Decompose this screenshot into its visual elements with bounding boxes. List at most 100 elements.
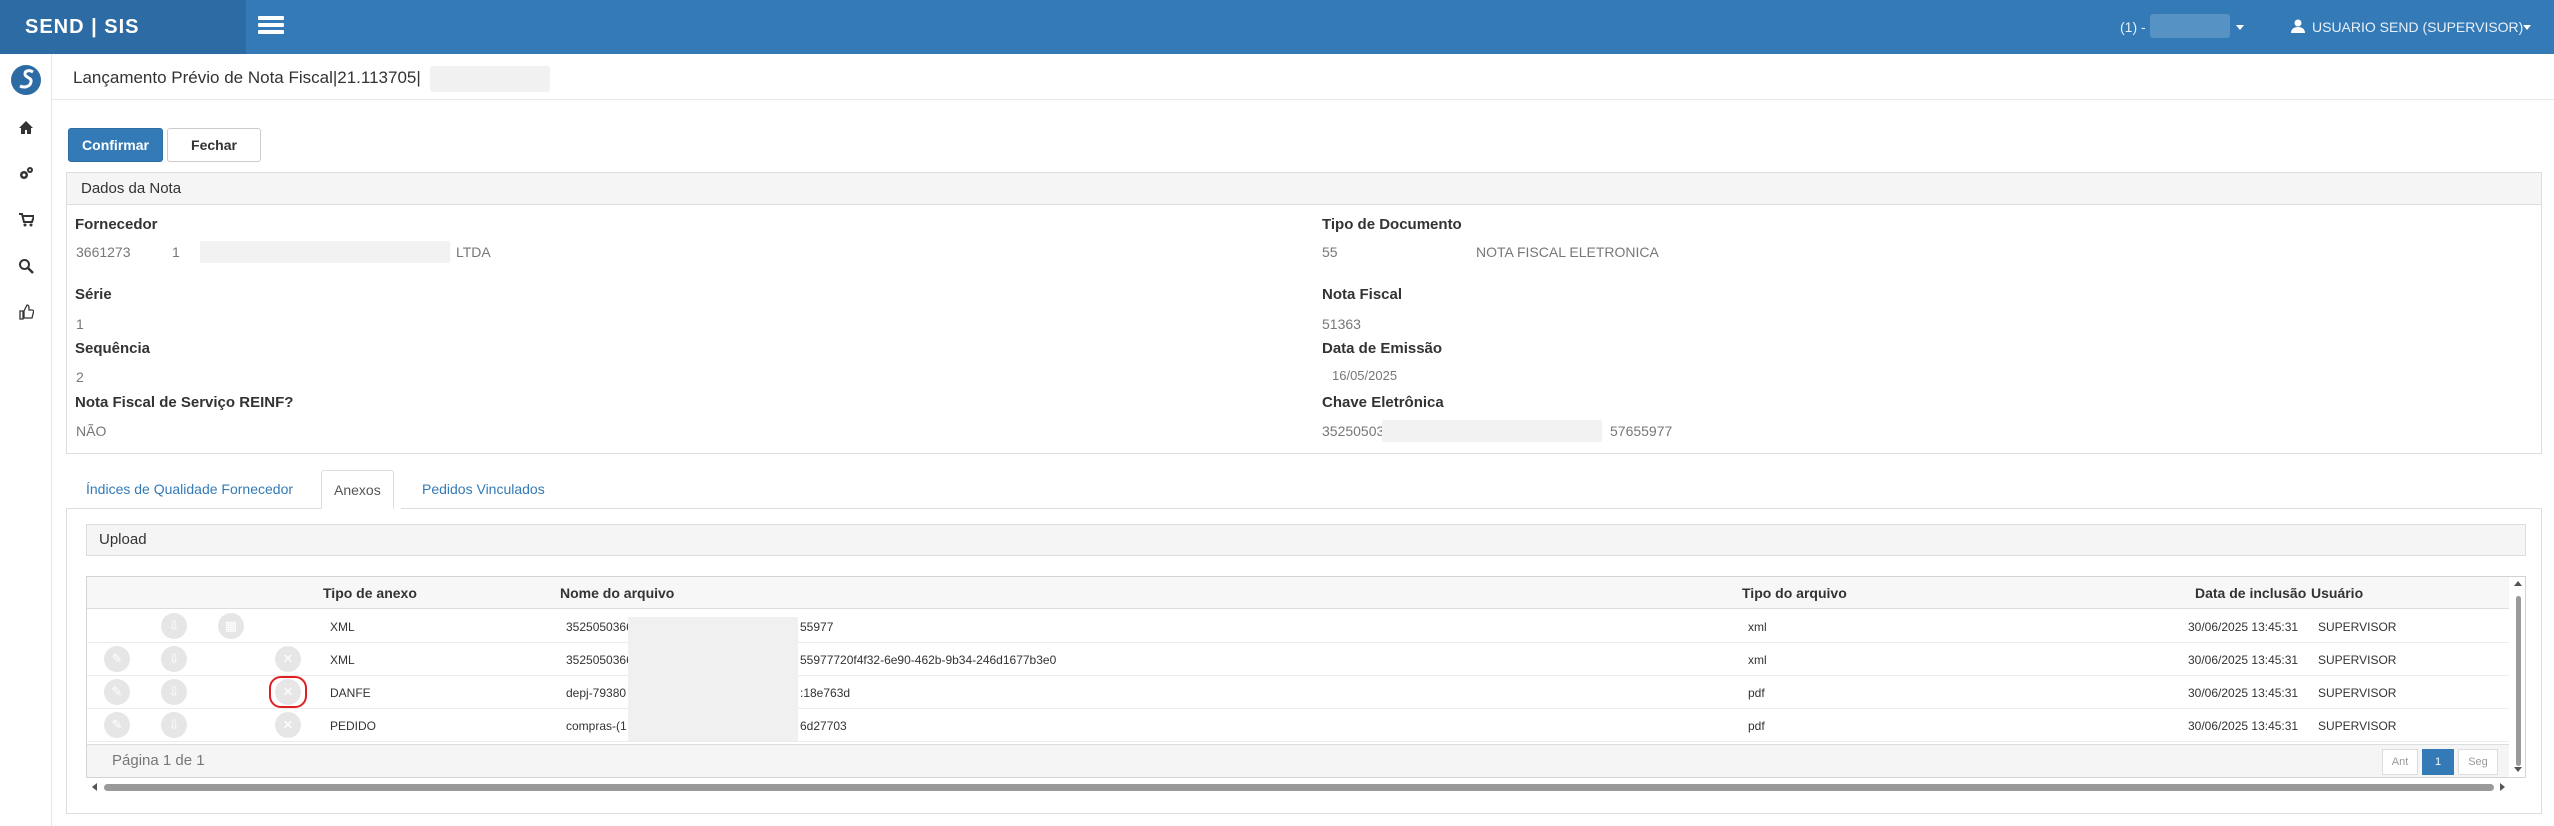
cell-data: 30/06/2025 13:45:31: [2188, 719, 2299, 733]
company-label: (1) -: [2120, 19, 2146, 35]
pager-prev-button[interactable]: Ant: [2382, 749, 2418, 775]
sequencia-label: Sequência: [75, 340, 151, 357]
reinf-label: Nota Fiscal de Serviço REINF?: [75, 394, 294, 411]
home-icon[interactable]: [16, 120, 36, 140]
view-icon[interactable]: ▦: [218, 613, 244, 639]
page-title: Lançamento Prévio de Nota Fiscal|21.1137…: [73, 68, 421, 87]
col-usuario[interactable]: Usuário: [2311, 585, 2363, 601]
cell-tipo-anexo: XML: [330, 620, 355, 634]
tipo-documento-desc: NOTA FISCAL ELETRONICA: [1476, 244, 1659, 260]
cell-tipo-anexo: XML: [330, 653, 355, 667]
scroll-right-icon[interactable]: [2500, 783, 2505, 791]
cell-tipo-arquivo: pdf: [1748, 686, 1765, 700]
download-icon[interactable]: ⇩: [161, 646, 187, 672]
col-data-inclusao[interactable]: Data de inclusão: [2195, 585, 2306, 601]
sequencia-value: 2: [76, 369, 84, 385]
download-icon[interactable]: ⇩: [161, 613, 187, 639]
cell-nome-suffix: 55977: [800, 620, 834, 634]
settings-icon[interactable]: [16, 166, 36, 186]
cell-nome-prefix: 3525050366: [566, 653, 633, 667]
nota-panel-title: Dados da Nota: [67, 173, 2541, 205]
cell-tipo-arquivo: pdf: [1748, 719, 1765, 733]
edit-icon[interactable]: ✎: [104, 712, 130, 738]
menu-toggle-icon[interactable]: [258, 14, 286, 36]
cell-usuario: SUPERVISOR: [2318, 653, 2397, 667]
tab-pedidos-vinculados[interactable]: Pedidos Vinculados: [410, 470, 557, 508]
delete-icon[interactable]: ✕: [275, 646, 301, 672]
highlight-marker: [269, 676, 307, 708]
reinf-value: NÃO: [76, 423, 107, 439]
table-row[interactable]: [87, 610, 2509, 643]
fornecedor-code: 3661273: [76, 244, 131, 260]
cart-icon[interactable]: [16, 212, 36, 232]
tab-indices-qualidade[interactable]: Índices de Qualidade Fornecedor: [74, 470, 305, 508]
nota-panel: [66, 172, 2542, 454]
cell-tipo-anexo: DANFE: [330, 686, 371, 700]
user-menu[interactable]: USUARIO SEND (SUPERVISOR): [2290, 16, 2523, 38]
cell-tipo-anexo: PEDIDO: [330, 719, 377, 733]
serie-label: Série: [75, 286, 112, 303]
cell-nome-prefix: 3525050366: [566, 620, 633, 634]
cell-data: 30/06/2025 13:45:31: [2188, 620, 2299, 634]
data-emissao-label: Data de Emissão: [1322, 340, 1443, 357]
upload-panel[interactable]: Upload: [86, 524, 2526, 556]
pager-page-button[interactable]: 1: [2422, 749, 2454, 775]
data-emissao-value: 16/05/2025: [1332, 368, 1398, 383]
edit-icon[interactable]: ✎: [104, 646, 130, 672]
pager-text: Página 1 de 1: [112, 752, 205, 769]
user-icon: [2291, 19, 2305, 33]
scroll-up-icon[interactable]: [2514, 581, 2522, 586]
chave-redacted: [1382, 420, 1602, 442]
cell-usuario: SUPERVISOR: [2318, 719, 2397, 733]
tipo-documento-code: 55: [1322, 244, 1338, 260]
thumbs-up-icon[interactable]: [16, 304, 36, 324]
vertical-scroll-thumb[interactable]: [2516, 596, 2521, 766]
fornecedor-label: Fornecedor: [75, 216, 158, 233]
download-icon[interactable]: ⇩: [161, 679, 187, 705]
cell-nome-prefix: depj-79380: [566, 686, 627, 700]
divider: [52, 99, 2554, 100]
fornecedor-name-redacted: [200, 241, 450, 263]
cell-usuario: SUPERVISOR: [2318, 686, 2397, 700]
cell-usuario: SUPERVISOR: [2318, 620, 2397, 634]
brand-logo[interactable]: SEND | SIS: [0, 0, 246, 54]
logo-icon[interactable]: [10, 64, 42, 96]
close-button[interactable]: Fechar: [167, 128, 261, 162]
cell-nome-suffix: 6d27703: [800, 719, 847, 733]
col-tipo-arquivo[interactable]: Tipo do arquivo: [1742, 585, 1847, 601]
table-row[interactable]: [87, 676, 2509, 709]
tab-anexos[interactable]: Anexos: [321, 470, 394, 509]
horizontal-scroll-thumb[interactable]: [104, 784, 2494, 791]
cell-nome-suffix: :18e763d: [800, 686, 851, 700]
chave-label: Chave Eletrônica: [1322, 394, 1444, 411]
company-caret-icon[interactable]: [2236, 25, 2244, 30]
scroll-down-icon[interactable]: [2514, 767, 2522, 772]
user-name: USUARIO SEND (SUPERVISOR): [2312, 19, 2524, 35]
table-row[interactable]: [87, 709, 2509, 742]
cell-tipo-arquivo: xml: [1748, 620, 1767, 634]
download-icon[interactable]: ⇩: [161, 712, 187, 738]
pager-next-button[interactable]: Seg: [2458, 749, 2498, 775]
cell-data: 30/06/2025 13:45:31: [2188, 686, 2299, 700]
user-caret-icon[interactable]: [2523, 25, 2531, 30]
edit-icon[interactable]: ✎: [104, 679, 130, 705]
serie-value: 1: [76, 316, 84, 332]
grid-header: [87, 577, 2509, 609]
cell-nome-suffix: 55977720f4f32-6e90-462b-9b34-246d1677b3e…: [800, 653, 1057, 667]
col-nome-arquivo[interactable]: Nome do arquivo: [560, 585, 674, 601]
cell-nome-prefix: compras-(1: [566, 719, 627, 733]
scroll-left-icon[interactable]: [92, 783, 97, 791]
grid-footer: [87, 744, 2509, 777]
nota-fiscal-value: 51363: [1322, 316, 1361, 332]
title-redacted: [430, 66, 550, 92]
chave-prefix: 35250503: [1322, 423, 1385, 439]
nota-fiscal-label: Nota Fiscal: [1322, 286, 1403, 303]
search-icon[interactable]: [16, 258, 36, 278]
delete-icon[interactable]: ✕: [275, 712, 301, 738]
col-tipo-anexo[interactable]: Tipo de anexo: [323, 585, 417, 601]
fornecedor-loja: 1: [172, 244, 180, 260]
filename-redacted: [628, 617, 798, 741]
company-selector[interactable]: (1) -: [2120, 16, 2146, 38]
table-row[interactable]: [87, 643, 2509, 676]
confirm-button[interactable]: Confirmar: [68, 128, 163, 162]
